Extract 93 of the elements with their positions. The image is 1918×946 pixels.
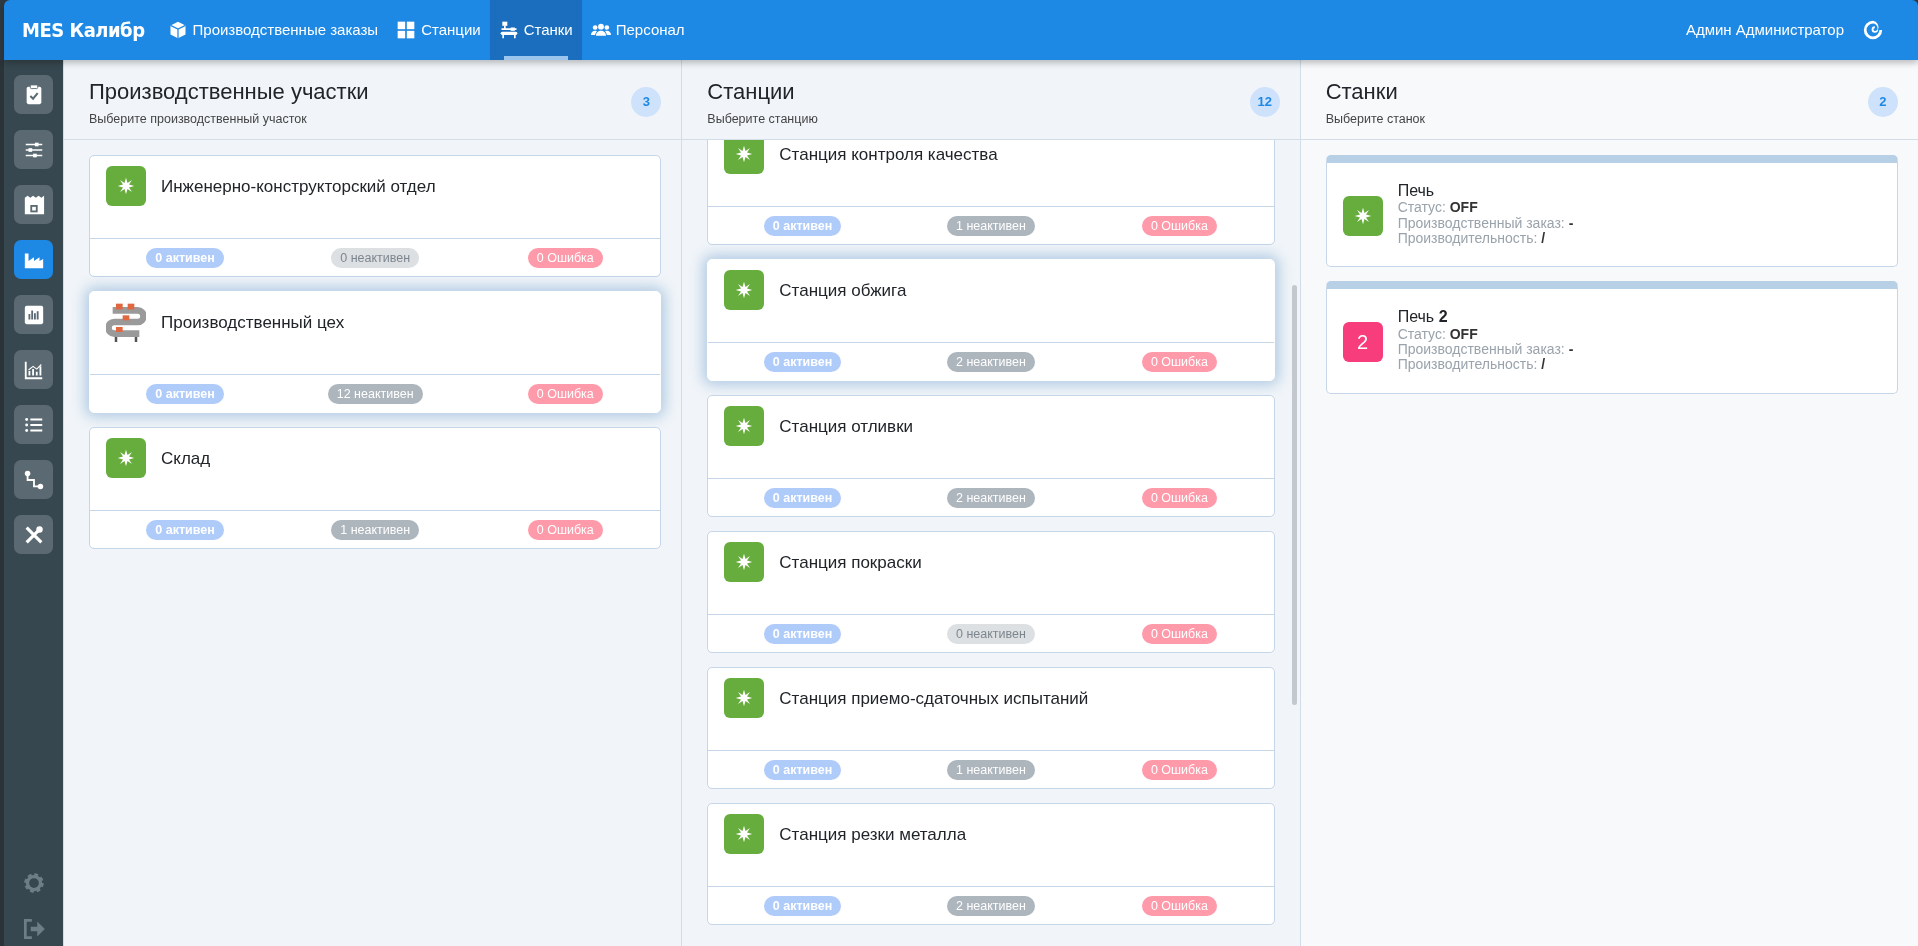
list-card[interactable]: Станция обжига 0 активен 2 неактивен 0 Ошибка	[707, 259, 1275, 381]
status-pill: 0 Ошибка	[1141, 759, 1217, 780]
count-indicator: 2	[1868, 87, 1898, 117]
route-icon	[22, 468, 45, 491]
conveyor-drawing	[106, 302, 146, 342]
status-pill: 0 неактивен	[947, 623, 1035, 644]
sidebar-item[interactable]	[14, 185, 53, 224]
status-pill: 0 активен	[763, 351, 842, 372]
card-title: Склад	[161, 448, 211, 470]
status-pill: 0 Ошибка	[1141, 487, 1217, 508]
list-card[interactable]: Инженерно-конструкторский отдел 0 активен 0 неактивен 0 Ошибка	[89, 155, 662, 277]
grid-icon	[396, 20, 417, 40]
status-pill: 0 активен	[146, 247, 224, 268]
field-label: Производительность:	[1397, 356, 1538, 373]
nav-tab[interactable]: Станции	[387, 0, 490, 60]
column-title: Станции	[707, 80, 796, 105]
machine-card[interactable]: Печь Статус: OFF Производственный заказ: - Производительность: /	[1325, 155, 1898, 268]
status-pill: 1 неактивен	[947, 215, 1035, 236]
status-pill: 0 Ошибка	[1141, 351, 1217, 372]
sidebar-item[interactable]	[14, 515, 53, 554]
column-subtitle: Выберите станок	[1325, 111, 1425, 129]
card-title: Станция обжига	[779, 280, 907, 302]
scrollbar[interactable]	[1291, 285, 1297, 705]
sidebar-item[interactable]	[14, 75, 53, 114]
user-name[interactable]: Админ Администратор	[1685, 18, 1844, 42]
status-pill: 12 неактивен	[327, 383, 423, 404]
status-pill: 0 Ошибка	[527, 247, 603, 268]
machine-card[interactable]: 2 Печь 2 Статус: OFF Производственный заказ: - Производительность: /	[1325, 281, 1898, 394]
list-card[interactable]: Станция отливки 0 активен 2 неактивен 0 Ошибка	[707, 395, 1275, 517]
field-label: Статус:	[1397, 325, 1446, 342]
machine-name: Печь 2	[1397, 307, 1449, 327]
bar-chart-icon	[22, 303, 45, 326]
status-pill: 0 активен	[763, 623, 842, 644]
status-pill: 0 активен	[146, 519, 224, 540]
status-pill: 1 неактивен	[947, 759, 1035, 780]
status-pill: 0 активен	[763, 895, 842, 916]
card-title: Инженерно-конструкторский отдел	[161, 176, 436, 198]
status-pill: 2 неактивен	[947, 351, 1035, 372]
sidebar-item[interactable]	[14, 405, 53, 444]
list-card[interactable]: Станция резки металла 0 активен 2 неактивен 0 Ошибка	[707, 803, 1275, 925]
list-card[interactable]: Производственный цех 0 активен 12 неактивен 0 Ошибка	[89, 291, 662, 413]
list-card[interactable]: Станция покраски 0 активен 0 неактивен 0 Ошибка	[707, 531, 1275, 653]
nav-tab[interactable]: Производственные заказы	[158, 0, 388, 60]
conveyor-icon	[498, 20, 519, 40]
brand-logo: MES Калибр	[22, 17, 145, 44]
machine-name: Печь	[1397, 181, 1436, 201]
sidebar-item[interactable]	[14, 460, 53, 499]
status-pill: 0 Ошибка	[1141, 215, 1217, 236]
field-value: -	[1568, 340, 1574, 357]
sidebar-item[interactable]	[14, 295, 53, 334]
field-label: Статус:	[1397, 199, 1446, 216]
sidebar-item[interactable]	[14, 130, 53, 169]
status-pill: 0 активен	[146, 383, 224, 404]
nav-tab[interactable]: Станки	[489, 0, 582, 60]
warehouse-icon	[22, 193, 45, 216]
number-tile: 2	[1342, 322, 1383, 363]
status-pill: 1 неактивен	[331, 519, 420, 540]
count-indicator: 3	[631, 87, 662, 117]
card-title: Станция покраски	[779, 552, 922, 574]
sidebar-item[interactable]	[14, 240, 53, 279]
list-card[interactable]: Станция контроля качества 0 активен 1 неактивен 0 Ошибка	[707, 140, 1275, 245]
count-indicator: 12	[1249, 87, 1280, 117]
sidebar-item[interactable]	[14, 350, 53, 389]
list-card[interactable]: Станция приемо-сдаточных испытаний 0 активен 1 неактивен 0 Ошибка	[707, 667, 1275, 789]
status-pill: 0 Ошибка	[1141, 623, 1217, 644]
card-title: Станция резки металла	[779, 824, 967, 846]
status-pill: 0 активен	[763, 759, 842, 780]
card-title: Станция приемо-сдаточных испытаний	[779, 688, 1089, 710]
card-title: Станция контроля качества	[779, 144, 998, 166]
swirl-logo-icon	[1862, 19, 1884, 41]
card-title: Станция отливки	[779, 416, 914, 438]
status-pill: 0 Ошибка	[527, 383, 603, 404]
status-pill: 0 неактивен	[331, 247, 420, 268]
box-icon	[167, 20, 188, 40]
card-title: Производственный цех	[161, 312, 345, 334]
nav-tab[interactable]: Персонал	[581, 0, 694, 60]
column-title: Станки	[1325, 80, 1399, 105]
status-pill: 0 активен	[763, 215, 842, 236]
column-subtitle: Выберите производственный участок	[89, 111, 308, 129]
list-card[interactable]: Склад 0 активен 1 неактивен 0 Ошибка	[89, 427, 662, 549]
status-pill: 0 Ошибка	[1141, 895, 1217, 916]
field-value: -	[1568, 214, 1574, 231]
status-pill: 0 активен	[763, 487, 842, 508]
field-value: /	[1541, 356, 1546, 373]
column-subtitle: Выберите станцию	[707, 111, 818, 129]
field-value: OFF	[1449, 325, 1478, 342]
status-pill: 0 Ошибка	[527, 519, 603, 540]
field-label: Производственный заказ:	[1397, 214, 1565, 231]
column-title: Производственные участки	[89, 80, 369, 105]
field-value: OFF	[1449, 199, 1478, 216]
field-value: /	[1541, 229, 1546, 246]
status-pill: 2 неактивен	[947, 487, 1035, 508]
status-pill: 2 неактивен	[947, 895, 1035, 916]
